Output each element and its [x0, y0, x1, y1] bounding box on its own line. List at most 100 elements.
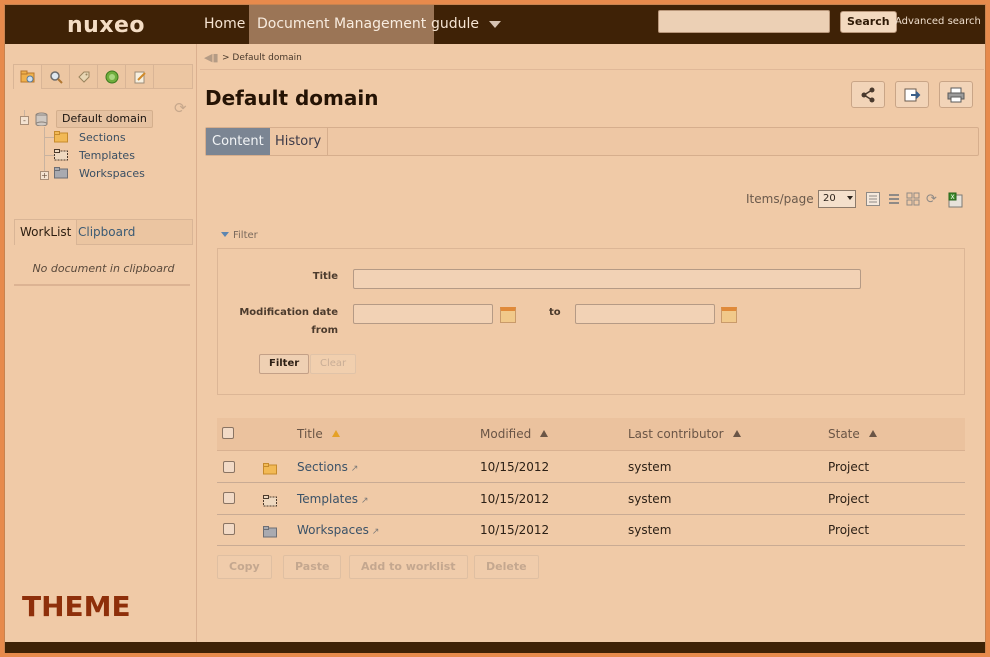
folder-open-icon: [54, 131, 69, 146]
folder-open-icon: [263, 460, 277, 475]
list-view-icon[interactable]: [866, 192, 880, 210]
export-button[interactable]: [895, 81, 929, 108]
row-contributor: system: [628, 460, 672, 474]
search-icon[interactable]: [42, 65, 70, 89]
chevron-down-icon: [489, 20, 502, 28]
table-header: Title Modified Last contributor State: [217, 418, 965, 451]
tab-history[interactable]: History: [269, 128, 329, 155]
content-tabs: Content History: [205, 127, 979, 156]
items-per-page-label: Items/page: [746, 192, 814, 206]
share-button[interactable]: [851, 81, 885, 108]
tab-clipboard[interactable]: Clipboard: [73, 220, 140, 245]
row-state: Project: [828, 460, 870, 474]
row-title-link[interactable]: Sections ↗: [297, 460, 358, 474]
sort-asc-icon: [540, 430, 549, 437]
row-title: Templates: [297, 492, 359, 506]
filter-button[interactable]: Filter: [259, 354, 310, 374]
refresh-list-icon[interactable]: ⟳: [926, 192, 937, 207]
nav-home[interactable]: Home: [196, 5, 253, 44]
sort-asc-icon: [331, 430, 340, 437]
calendar-icon[interactable]: [500, 307, 516, 323]
breadcrumb: ◀▮ > Default domain: [200, 48, 984, 70]
date-to-input[interactable]: [575, 304, 715, 324]
tab-worklist[interactable]: WorkList: [15, 220, 78, 245]
calendar-icon[interactable]: [721, 307, 737, 323]
advanced-search-link[interactable]: Advanced search: [895, 16, 981, 27]
refresh-icon[interactable]: ⟳: [174, 99, 187, 117]
expand-toggle[interactable]: +: [40, 171, 49, 180]
tree-item-templates[interactable]: Templates: [79, 149, 135, 162]
row-title: Sections: [297, 460, 348, 474]
row-contributor: system: [628, 523, 672, 537]
user-name: gudule: [431, 16, 480, 32]
tree-item-sections[interactable]: Sections: [79, 131, 126, 144]
worklist-tabs: WorkList Clipboard: [14, 219, 193, 245]
mod-date-from-label: from: [311, 325, 338, 336]
print-button[interactable]: [939, 81, 973, 108]
row-title-link[interactable]: Templates ↗: [297, 492, 369, 506]
column-last-contributor[interactable]: Last contributor: [628, 427, 741, 441]
sidebar-tools: [13, 64, 193, 89]
tree-connector: [44, 137, 54, 138]
copy-button[interactable]: Copy: [217, 555, 272, 579]
print-icon: [947, 87, 965, 102]
items-per-page-select[interactable]: 20: [818, 190, 856, 208]
user-menu[interactable]: gudule: [423, 5, 509, 44]
table-row[interactable]: Workspaces ↗ 10/15/2012 system Project: [217, 515, 965, 546]
column-title[interactable]: Title: [297, 427, 340, 441]
external-link-icon[interactable]: ↗: [351, 464, 359, 474]
folder-workspace-icon: [263, 523, 277, 538]
divider: [14, 284, 190, 286]
items-per-page-value: 20: [823, 193, 836, 204]
back-arrow-icon[interactable]: ◀▮: [204, 51, 219, 64]
bottom-bar: [5, 642, 985, 653]
row-state: Project: [828, 492, 870, 506]
title-filter-input[interactable]: [353, 269, 861, 289]
table-row[interactable]: Sections ↗ 10/15/2012 system Project: [217, 452, 965, 483]
column-state[interactable]: State: [828, 427, 877, 441]
row-modified: 10/15/2012: [480, 523, 550, 537]
add-to-worklist-button[interactable]: Add to worklist: [349, 555, 468, 579]
table-row[interactable]: Templates ↗ 10/15/2012 system Project: [217, 484, 965, 515]
collapse-toggle[interactable]: -: [20, 116, 29, 125]
tab-content[interactable]: Content: [206, 128, 270, 155]
triangle-down-icon: [221, 232, 229, 237]
tree-item-workspaces[interactable]: Workspaces: [79, 167, 145, 180]
globe-icon[interactable]: [98, 65, 126, 89]
thumbnail-view-icon[interactable]: [906, 192, 920, 210]
excel-export-icon[interactable]: X: [948, 192, 964, 212]
sort-asc-icon: [732, 430, 741, 437]
breadcrumb-item[interactable]: > Default domain: [222, 53, 302, 63]
date-from-input[interactable]: [353, 304, 493, 324]
delete-button[interactable]: Delete: [474, 555, 539, 579]
navigation-icon[interactable]: [14, 65, 42, 89]
column-contributor-label: Last contributor: [628, 427, 724, 441]
clear-button[interactable]: Clear: [310, 354, 357, 374]
edit-icon[interactable]: [126, 65, 154, 89]
row-checkbox[interactable]: [223, 523, 235, 535]
search-button[interactable]: Search: [840, 11, 897, 33]
tag-icon[interactable]: [70, 65, 98, 89]
folder-workspace-icon: [54, 167, 69, 182]
filter-toggle-label: Filter: [233, 230, 258, 241]
paste-button[interactable]: Paste: [283, 555, 342, 579]
filter-toggle[interactable]: Filter: [221, 230, 258, 241]
row-checkbox[interactable]: [223, 461, 235, 473]
tree-connector: [44, 155, 54, 156]
column-modified[interactable]: Modified: [480, 427, 549, 441]
row-checkbox[interactable]: [223, 492, 235, 504]
select-all-checkbox[interactable]: [222, 427, 234, 439]
column-title-label: Title: [297, 427, 323, 441]
search-input[interactable]: [658, 10, 830, 33]
nuxeo-logo[interactable]: nuxeo: [67, 13, 145, 38]
detail-view-icon[interactable]: [887, 192, 901, 210]
nav-document-management[interactable]: Document Management: [249, 5, 435, 44]
filter-panel: Title Modification date from to Filter C…: [217, 248, 965, 395]
tree-item-default-domain[interactable]: Default domain: [56, 110, 153, 128]
share-icon: [861, 87, 875, 102]
tree-connector: [44, 127, 45, 173]
external-link-icon[interactable]: ↗: [372, 527, 380, 537]
row-title: Workspaces: [297, 523, 369, 537]
external-link-icon[interactable]: ↗: [361, 496, 369, 506]
row-title-link[interactable]: Workspaces ↗: [297, 523, 379, 537]
